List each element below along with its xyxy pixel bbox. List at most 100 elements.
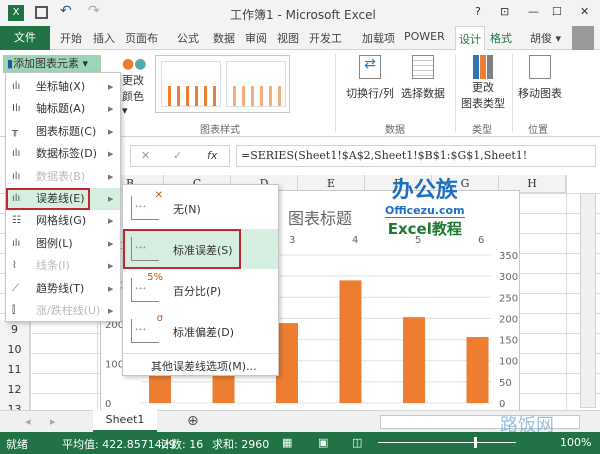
tab-power[interactable]: POWER	[404, 30, 445, 43]
menu-item-lines: ⌇ 线条(I) ▶	[6, 255, 120, 277]
insert-function-icon[interactable]: fx	[207, 149, 217, 162]
switch-label: 切换行/列	[346, 87, 394, 100]
row-header[interactable]: 11	[0, 360, 30, 380]
formula-input[interactable]: =SERIES(Sheet1!$A$2,Sheet1!$B$1:$G$1,She…	[236, 145, 596, 167]
maximize-button[interactable]: ☐	[552, 5, 562, 18]
menu-item-chart-title[interactable]: ╥ 图表标题(C) ▶	[6, 121, 120, 143]
submenu-arrow-icon: ▶	[108, 307, 114, 315]
row-header[interactable]: 12	[0, 380, 30, 400]
axes-icon: ılı	[12, 81, 21, 92]
row-header[interactable]: 13	[0, 400, 30, 416]
avatar[interactable]	[572, 26, 594, 50]
submenu-item-label: 标准误差(S)	[173, 244, 233, 257]
page-break-view-icon[interactable]: ◫	[352, 436, 362, 449]
menu-item-label: 数据表(B)	[36, 169, 86, 183]
error-bars-submenu: ✕ ⁺⁺⁺ 无(N) ⁺⁺⁺ 标准误差(S) 5% ⁺⁺⁺ 百分比(P) σ ⁺⁺⁺ 标准偏差(D)…	[122, 184, 279, 376]
chart-title-icon: ╥	[12, 125, 19, 137]
chart-style-1[interactable]	[161, 61, 221, 107]
submenu-item-standard-deviation[interactable]: σ ⁺⁺⁺ 标准偏差(D)	[123, 311, 278, 351]
undo-icon[interactable]: ↶	[60, 3, 72, 19]
submenu-arrow-icon: ▶	[108, 172, 114, 181]
next-sheet-icon[interactable]: ▸	[50, 415, 56, 428]
chart-styles-gallery[interactable]	[155, 55, 290, 113]
zoom-slider[interactable]	[378, 437, 516, 448]
percentage-icon: 5% ⁺⁺⁺	[131, 272, 163, 302]
menu-item-axis-title[interactable]: Ilı 轴标题(A) ▶	[6, 98, 120, 120]
tab-view[interactable]: 视图	[277, 30, 299, 46]
tab-format[interactable]: 格式	[490, 30, 512, 46]
menu-item-label: 涨/跌柱线(U)	[36, 304, 101, 317]
data-labels-icon: ılı	[12, 148, 21, 160]
data-table-icon: ılı	[12, 170, 21, 182]
add-chart-element-button[interactable]: ▮添加图表元素 ▾	[3, 55, 101, 73]
menu-item-label: 图例(L)	[36, 236, 73, 250]
submenu-item-no-error-bars[interactable]: ✕ ⁺⁺⁺ 无(N)	[123, 188, 278, 228]
ribbon-display-button[interactable]: ⊡	[500, 5, 509, 18]
close-button[interactable]: ✕	[580, 5, 589, 18]
more-error-bar-options[interactable]: 其他误差线选项(M)...	[123, 353, 278, 375]
menu-item-data-labels[interactable]: ılı 数据标签(D) ▶	[6, 143, 120, 165]
tab-developer[interactable]: 开发工	[309, 30, 342, 46]
tab-design[interactable]: 设计	[455, 26, 485, 51]
change-type-label-2: 图表类型	[461, 97, 505, 110]
enter-icon[interactable]: ✓	[173, 149, 182, 162]
chart-styles-group-label: 图表样式	[200, 125, 240, 136]
menu-item-gridlines[interactable]: ☷ 网格线(G) ▶	[6, 210, 120, 232]
submenu-arrow-icon: ▶	[108, 284, 114, 293]
bar	[466, 337, 489, 403]
submenu-item-percentage[interactable]: 5% ⁺⁺⁺ 百分比(P)	[123, 270, 278, 310]
add-chart-element-label: 添加图表元素 ▾	[13, 57, 89, 70]
sheet-tab-sheet1[interactable]: Sheet1	[93, 410, 157, 432]
tab-addins[interactable]: 加载项	[362, 30, 395, 46]
chart-style-2[interactable]	[226, 61, 286, 107]
vertical-scrollbar[interactable]	[580, 193, 596, 408]
normal-view-icon[interactable]: ▦	[282, 436, 292, 449]
palette-icon: ●●	[122, 56, 147, 72]
submenu-item-label: 标准偏差(D)	[173, 326, 235, 339]
status-sum: 求和: 2960	[212, 438, 270, 451]
minimize-button[interactable]: —	[528, 5, 539, 18]
menu-item-trendline[interactable]: ⟋ 趋势线(T) ▶	[6, 278, 120, 300]
save-icon[interactable]	[35, 6, 48, 19]
change-colors-button[interactable]: ●● 更改 颜色 ▾	[122, 56, 152, 117]
new-sheet-icon[interactable]: ⊕	[187, 413, 199, 429]
change-colors-label-2: 颜色 ▾	[122, 90, 144, 117]
submenu-arrow-icon: ▶	[108, 262, 114, 271]
tab-home[interactable]: 开始	[60, 30, 82, 46]
row-header[interactable]: 9	[0, 320, 30, 340]
left-axis-tick-label: 0	[105, 399, 111, 410]
y-tick-label: 200	[499, 314, 518, 325]
page-layout-view-icon[interactable]: ▣	[318, 436, 328, 449]
tab-review[interactable]: 审阅	[245, 30, 267, 46]
cancel-icon[interactable]: ✕	[141, 149, 150, 162]
menu-item-axes[interactable]: ılı 坐标轴(X) ▶	[6, 76, 120, 98]
row-header[interactable]: 10	[0, 340, 30, 360]
menu-item-error-bars[interactable]: ılı 误差线(E) ▶	[6, 188, 120, 210]
move-chart-icon	[529, 55, 551, 79]
updown-bars-icon: ⫿	[12, 305, 16, 316]
tab-file[interactable]: 文件	[0, 26, 50, 50]
divider	[335, 54, 336, 132]
select-data-button[interactable]: 选择数据	[398, 55, 448, 101]
prev-sheet-icon[interactable]: ◂	[25, 415, 31, 428]
divider	[455, 54, 456, 132]
tab-insert[interactable]: 插入	[93, 30, 115, 46]
submenu-item-standard-error[interactable]: ⁺⁺⁺ 标准误差(S)	[123, 229, 278, 269]
standard-deviation-icon: σ ⁺⁺⁺	[131, 313, 163, 343]
move-chart-button[interactable]: 移动图表	[515, 55, 565, 101]
menu-item-updown-bars: ⫿ 涨/跌柱线(U) ▶	[6, 300, 120, 322]
redo-icon[interactable]: ↷	[88, 3, 100, 19]
submenu-arrow-icon: ▶	[108, 217, 114, 226]
zoom-level[interactable]: 100%	[560, 436, 591, 449]
help-button[interactable]: ?	[475, 5, 481, 18]
switch-row-column-button[interactable]: ⇄ 切换行/列	[345, 55, 395, 101]
tab-page-layout[interactable]: 页面布	[125, 30, 158, 46]
menu-item-label: 线条(I)	[36, 259, 70, 273]
change-chart-type-button[interactable]: 更改 图表类型	[458, 55, 508, 111]
menu-item-legend[interactable]: ılı 图例(L) ▶	[6, 233, 120, 255]
tab-data[interactable]: 数据	[213, 30, 235, 46]
user-name[interactable]: 胡俊 ▾	[530, 30, 561, 46]
chart-title[interactable]: 图表标题	[288, 205, 352, 229]
icon-badge: ✕	[154, 190, 163, 201]
tab-formulas[interactable]: 公式	[177, 30, 199, 46]
